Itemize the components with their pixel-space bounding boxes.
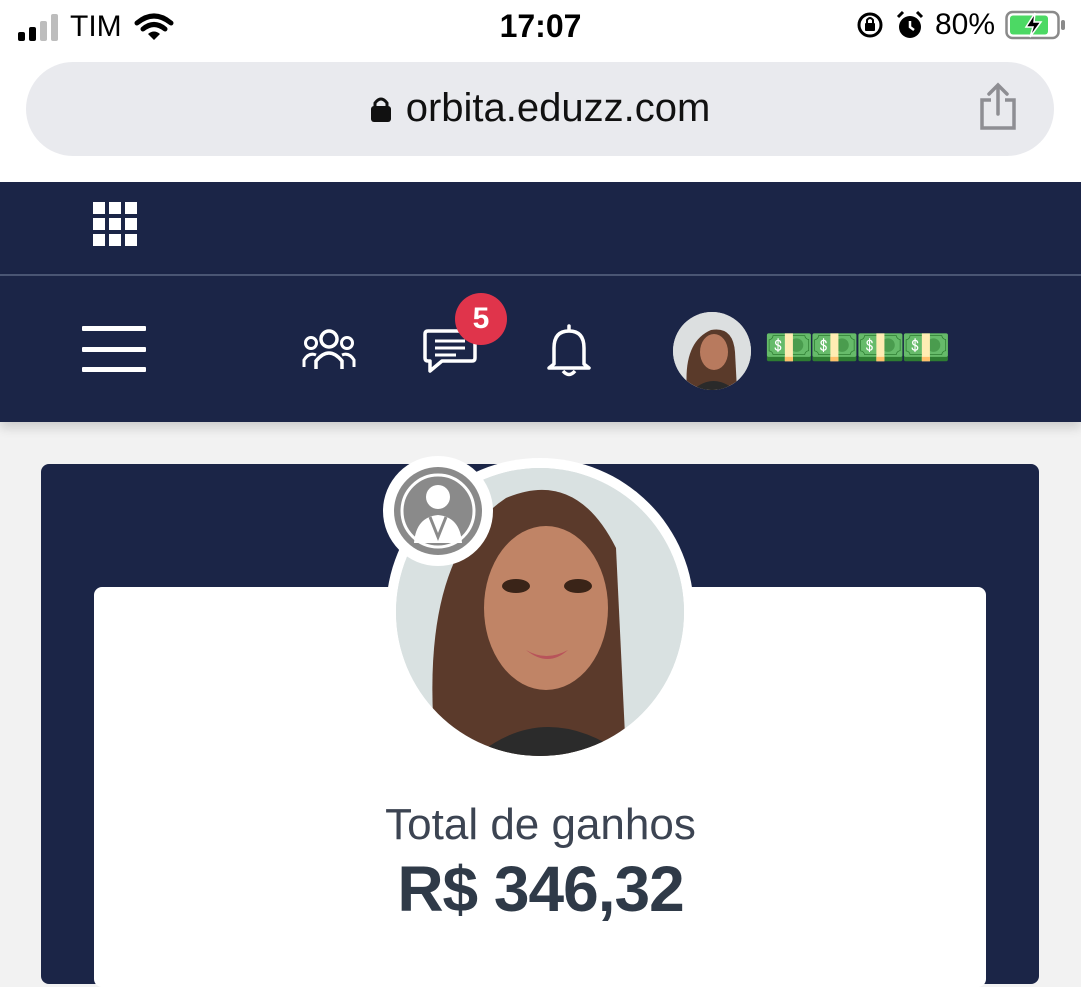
hamburger-icon[interactable]	[82, 326, 146, 372]
avatar-photo	[673, 312, 751, 390]
money-emoji-status: 💵💵💵💵	[764, 326, 951, 370]
user-badge-icon	[394, 467, 482, 555]
earnings-value: R$ 346,32	[397, 853, 684, 925]
grid-icon[interactable]	[93, 202, 137, 246]
status-right: 80%	[855, 8, 1067, 42]
alarm-icon	[896, 10, 924, 38]
earnings-label: Total de ganhos	[385, 800, 696, 849]
main-navbar: 5 💵💵💵💵	[0, 276, 1081, 422]
share-icon[interactable]	[978, 82, 1018, 132]
url-text: orbita.eduzz.com	[405, 86, 711, 130]
battery-charging-icon	[1005, 10, 1065, 40]
battery-percent: 80%	[934, 8, 995, 41]
status-bar: TIM 17:07 80%	[0, 0, 1081, 58]
address-bar[interactable]: orbita.eduzz.com	[26, 62, 1054, 156]
orientation-lock-icon	[857, 12, 883, 38]
browser-chrome: orbita.eduzz.com	[0, 58, 1081, 182]
messages-badge: 5	[455, 293, 507, 345]
user-avatar[interactable]	[671, 310, 753, 392]
url-display[interactable]: orbita.eduzz.com	[26, 86, 1054, 131]
users-icon[interactable]	[301, 328, 357, 372]
level-badge	[383, 456, 493, 566]
apps-bar	[0, 182, 1081, 276]
bell-icon[interactable]	[545, 322, 593, 378]
lock-icon	[370, 97, 391, 122]
